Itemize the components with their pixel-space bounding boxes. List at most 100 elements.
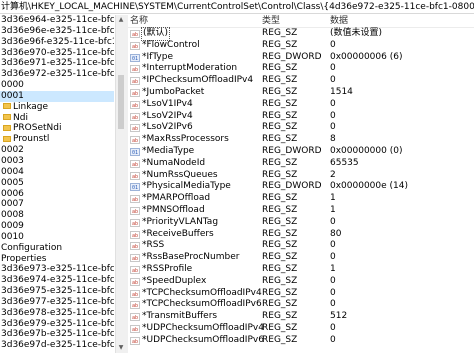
value-row[interactable]: 01 *IfType REG_DWORD 0x00000006 (6) (128, 52, 474, 64)
tree-item-label: Ndi (13, 112, 28, 123)
string-value-icon: ab (130, 77, 140, 86)
tree-item[interactable]: 3d36e973-e325-11ce-bfc1-08002be (0, 264, 114, 275)
value-name: *MediaType (142, 145, 195, 156)
tree-item[interactable]: 3d36e96e-e325-11ce-bfc1-08002be (0, 26, 114, 37)
tree-item-label: 3d36e97d-e325-11ce-bfc1-08002be (1, 340, 114, 351)
value-data: 65535 (330, 157, 359, 168)
value-row[interactable]: ab *ReceiveBuffers REG_SZ 80 (128, 229, 474, 241)
value-data: 1514 (330, 86, 353, 97)
value-row[interactable]: ab (默认) REG_SZ (数值未设置) (128, 27, 474, 41)
value-data: 8 (330, 134, 336, 145)
value-name: *NumRssQueues (142, 169, 218, 180)
value-row[interactable]: ab *PMARPOffload REG_SZ 1 (128, 193, 474, 205)
tree-item-label: 0009 (1, 221, 24, 232)
tree-item-label: 3d36e970-e325-11ce-bfc1-08002be (1, 47, 114, 58)
tree-item[interactable]: 0005 (0, 178, 114, 189)
tree-item[interactable]: Configuration (0, 243, 114, 254)
value-row[interactable]: ab *RssBaseProcNumber REG_SZ 0 (128, 252, 474, 264)
value-row[interactable]: ab *NumRssQueues REG_SZ 2 (128, 170, 474, 182)
values-list: 名称 类型 数据 ab (默认) REG_SZ (数值未设置) ab *FlowContr… (128, 15, 474, 353)
tree-item-label: Linkage (13, 101, 49, 112)
value-row[interactable]: ab *FlowControl REG_SZ 0 (128, 40, 474, 52)
string-value-icon: ab (130, 206, 140, 215)
value-row[interactable]: ab *UDPChecksumOffloadIPv6 REG_SZ 0 (128, 335, 474, 347)
tree-item[interactable]: Prounstl (0, 134, 114, 145)
tree-item[interactable]: Linkage (0, 102, 114, 113)
value-row[interactable]: ab *SpeedDuplex REG_SZ 0 (128, 276, 474, 288)
value-row[interactable]: ab *TransmitBuffers REG_SZ 512 (128, 311, 474, 323)
tree-item[interactable]: 3d36e970-e325-11ce-bfc1-08002be (0, 48, 114, 59)
tree-item[interactable]: 3d36e96f-e325-11ce-bfc1-08002be (0, 37, 114, 48)
tree-item[interactable]: PROSetNdi (0, 123, 114, 134)
string-value-icon: ab (130, 41, 140, 50)
tree-item[interactable]: 3d36e974-e325-11ce-bfc1-08002be (0, 275, 114, 286)
value-type: REG_SZ (262, 169, 298, 180)
value-type: REG_SZ (262, 334, 298, 345)
value-name: *RSS (142, 240, 165, 251)
value-row[interactable]: ab *MaxRssProcessors REG_SZ 8 (128, 134, 474, 146)
value-name: *JumboPacket (142, 86, 205, 97)
tree-item[interactable]: 0010 (0, 232, 114, 243)
value-row[interactable]: ab *NumaNodeId REG_SZ 65535 (128, 158, 474, 170)
tree-item-label: 0000 (1, 80, 24, 91)
tree-item[interactable]: 3d36e972-e325-11ce-bfc1-08002be (0, 69, 114, 80)
value-row[interactable]: ab *IPChecksumOffloadIPv4 REG_SZ 0 (128, 75, 474, 87)
value-data: 0 (330, 110, 336, 121)
tree-item[interactable]: 3d36e97d-e325-11ce-bfc1-08002be (0, 340, 114, 351)
value-row[interactable]: ab *PMNSOffload REG_SZ 1 (128, 205, 474, 217)
string-value-icon: ab (130, 112, 140, 121)
value-type: REG_SZ (262, 216, 298, 227)
value-row[interactable]: ab *UDPChecksumOffloadIPv4 REG_SZ 0 (128, 323, 474, 335)
value-data: 0 (330, 75, 336, 86)
tree-item[interactable]: 3d36e964-e325-11ce-bfc1-08002be (0, 15, 114, 26)
value-row[interactable]: ab *LsoV1IPv4 REG_SZ 0 (128, 99, 474, 111)
string-value-icon: ab (130, 136, 140, 145)
binary-value-icon: 01 (130, 147, 140, 156)
value-type: REG_SZ (262, 157, 298, 168)
folder-icon (3, 114, 11, 121)
column-type[interactable]: 类型 (262, 15, 280, 27)
tree-item-label: 3d36e96f-e325-11ce-bfc1-08002be (1, 36, 114, 47)
value-row[interactable]: ab *TCPChecksumOffloadIPv4 REG_SZ 0 (128, 288, 474, 300)
value-row[interactable]: ab *InterruptModeration REG_SZ 0 (128, 63, 474, 75)
tree-item[interactable]: 0004 (0, 167, 114, 178)
tree-item-label: 3d36e971-e325-11ce-bfc1-08002be (1, 58, 114, 69)
string-value-icon: ab (130, 242, 140, 251)
tree-item-label: 0003 (1, 155, 24, 166)
tree-item[interactable]: 0008 (0, 210, 114, 221)
tree-item[interactable]: 0007 (0, 199, 114, 210)
value-row[interactable]: 01 *MediaType REG_DWORD 0x00000000 (0) (128, 146, 474, 158)
value-row[interactable]: ab *RSS REG_SZ 0 (128, 240, 474, 252)
value-row[interactable]: ab *TCPChecksumOffloadIPv6 REG_SZ 0 (128, 299, 474, 311)
value-row[interactable]: ab *JumboPacket REG_SZ 1514 (128, 87, 474, 99)
tree-item-label: 0005 (1, 177, 24, 188)
value-row[interactable]: ab *LsoV2IPv6 REG_SZ 0 (128, 122, 474, 134)
value-row[interactable]: ab *PriorityVLANTag REG_SZ 0 (128, 217, 474, 229)
tree-item[interactable]: 0006 (0, 189, 114, 200)
tree-item[interactable]: 0000 (0, 80, 114, 91)
value-data: (数值未设置) (330, 28, 383, 38)
tree-item[interactable]: Properties (0, 254, 114, 265)
value-type: REG_SZ (262, 86, 298, 97)
tree-item[interactable]: 3d36e978-e325-11ce-bfc1-08002be (0, 308, 114, 319)
address-bar[interactable]: 计算机\HKEY_LOCAL_MACHINE\SYSTEM\CurrentCon… (0, 0, 474, 14)
tree-item[interactable]: 0003 (0, 156, 114, 167)
value-row[interactable]: ab *RSSProfile REG_SZ 1 (128, 264, 474, 276)
scroll-thumb[interactable] (118, 75, 124, 129)
tree-item[interactable]: Ndi (0, 113, 114, 124)
tree-item[interactable]: 0009 (0, 221, 114, 232)
tree-item[interactable]: 3d36e97b-e325-11ce-bfc1-08002be (0, 329, 114, 340)
value-row[interactable]: 01 *PhysicalMediaType REG_DWORD 0x0000000e … (128, 181, 474, 193)
tree-item[interactable]: 3d36e977-e325-11ce-bfc1-08002be (0, 297, 114, 308)
tree-item[interactable]: 0001 (0, 90, 114, 102)
column-data[interactable]: 数据 (330, 15, 348, 27)
tree-item-label: 0008 (1, 210, 24, 221)
tree-item[interactable]: 3d36e975-e325-11ce-bfc1-08002be (0, 286, 114, 297)
value-row[interactable]: ab *LsoV2IPv4 REG_SZ 0 (128, 111, 474, 123)
column-name[interactable]: 名称 (130, 15, 148, 27)
tree-item[interactable]: 3d36e971-e325-11ce-bfc1-08002be (0, 58, 114, 69)
value-type: REG_SZ (262, 39, 298, 50)
value-name: *NumaNodeId (142, 157, 206, 168)
tree-item[interactable]: 0002 (0, 145, 114, 156)
tree-item[interactable]: 3d36e979-e325-11ce-bfc1-08002be (0, 319, 114, 330)
